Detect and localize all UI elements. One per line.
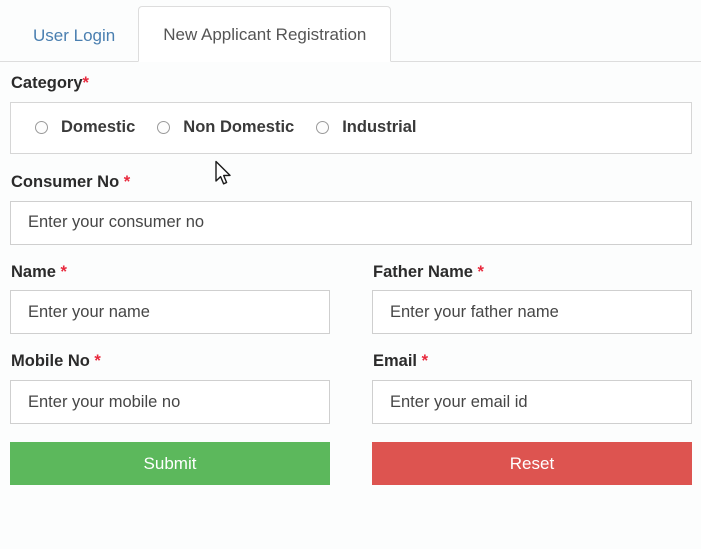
radio-option-non-domestic[interactable]: Non Domestic bbox=[157, 118, 294, 137]
tab-new-applicant-registration-label: New Applicant Registration bbox=[163, 25, 367, 44]
radio-industrial-icon[interactable] bbox=[316, 121, 330, 135]
father-name-label: Father Name * bbox=[373, 263, 692, 283]
consumer-no-label: Consumer No * bbox=[11, 173, 692, 193]
registration-form: Category* Domestic Non Domestic Industri… bbox=[0, 62, 701, 486]
contact-row: Mobile No* Email* bbox=[10, 352, 692, 425]
mobile-no-input[interactable] bbox=[10, 380, 330, 425]
radio-option-industrial[interactable]: Industrial bbox=[316, 118, 416, 137]
radio-option-domestic[interactable]: Domestic bbox=[35, 118, 135, 137]
name-label: Name * bbox=[11, 263, 330, 283]
consumer-no-required-asterisk: * bbox=[123, 172, 131, 191]
form-actions: Submit Reset bbox=[10, 442, 692, 486]
father-name-input[interactable] bbox=[372, 290, 692, 335]
mobile-no-label: Mobile No * bbox=[11, 352, 330, 372]
tab-user-login-label: User Login bbox=[33, 26, 116, 45]
email-required-asterisk: * bbox=[421, 352, 429, 371]
name-field: Name * bbox=[10, 263, 330, 335]
reset-button[interactable]: Reset bbox=[372, 442, 692, 486]
email-field: Email * bbox=[372, 352, 692, 425]
name-required-asterisk: * bbox=[60, 262, 67, 281]
father-name-required-asterisk: * bbox=[477, 262, 484, 281]
tab-new-applicant-registration[interactable]: New Applicant Registration bbox=[138, 6, 392, 62]
radio-option-domestic-label: Domestic bbox=[61, 118, 136, 137]
father-name-label-text: Father Name bbox=[373, 262, 473, 281]
mobile-no-required-asterisk: * bbox=[94, 352, 101, 371]
radio-option-non-domestic-label: Non Domestic bbox=[183, 118, 295, 137]
radio-option-industrial-label: Industrial bbox=[342, 118, 417, 137]
category-label-text: Category bbox=[11, 74, 83, 92]
tab-user-login[interactable]: User Login bbox=[10, 8, 138, 62]
submit-button[interactable]: Submit bbox=[10, 442, 330, 486]
father-name-field: Father Name * bbox=[372, 263, 692, 335]
consumer-no-field: Consumer No * bbox=[10, 173, 692, 245]
name-row: Name* Father Name* bbox=[10, 263, 692, 335]
category-required-asterisk: * bbox=[82, 74, 89, 92]
mobile-no-field: Mobile No * bbox=[10, 352, 330, 425]
name-input[interactable] bbox=[10, 290, 330, 335]
radio-non-domestic-icon[interactable] bbox=[157, 121, 171, 135]
mobile-no-label-text: Mobile No bbox=[11, 352, 90, 371]
name-label-text: Name bbox=[11, 262, 56, 281]
email-input[interactable] bbox=[372, 380, 692, 425]
email-label: Email * bbox=[373, 352, 692, 372]
tab-bar: User Login New Applicant Registration bbox=[0, 0, 701, 62]
category-radio-group: Domestic Non Domestic Industrial bbox=[35, 118, 416, 137]
radio-domestic-icon[interactable] bbox=[35, 121, 48, 135]
consumer-no-input[interactable] bbox=[10, 200, 692, 245]
consumer-no-label-text: Consumer No bbox=[11, 172, 120, 191]
category-radio-group-box: Domestic Non Domestic Industrial bbox=[10, 101, 692, 154]
email-label-text: Email bbox=[373, 352, 418, 371]
category-label: Category* bbox=[11, 74, 692, 94]
